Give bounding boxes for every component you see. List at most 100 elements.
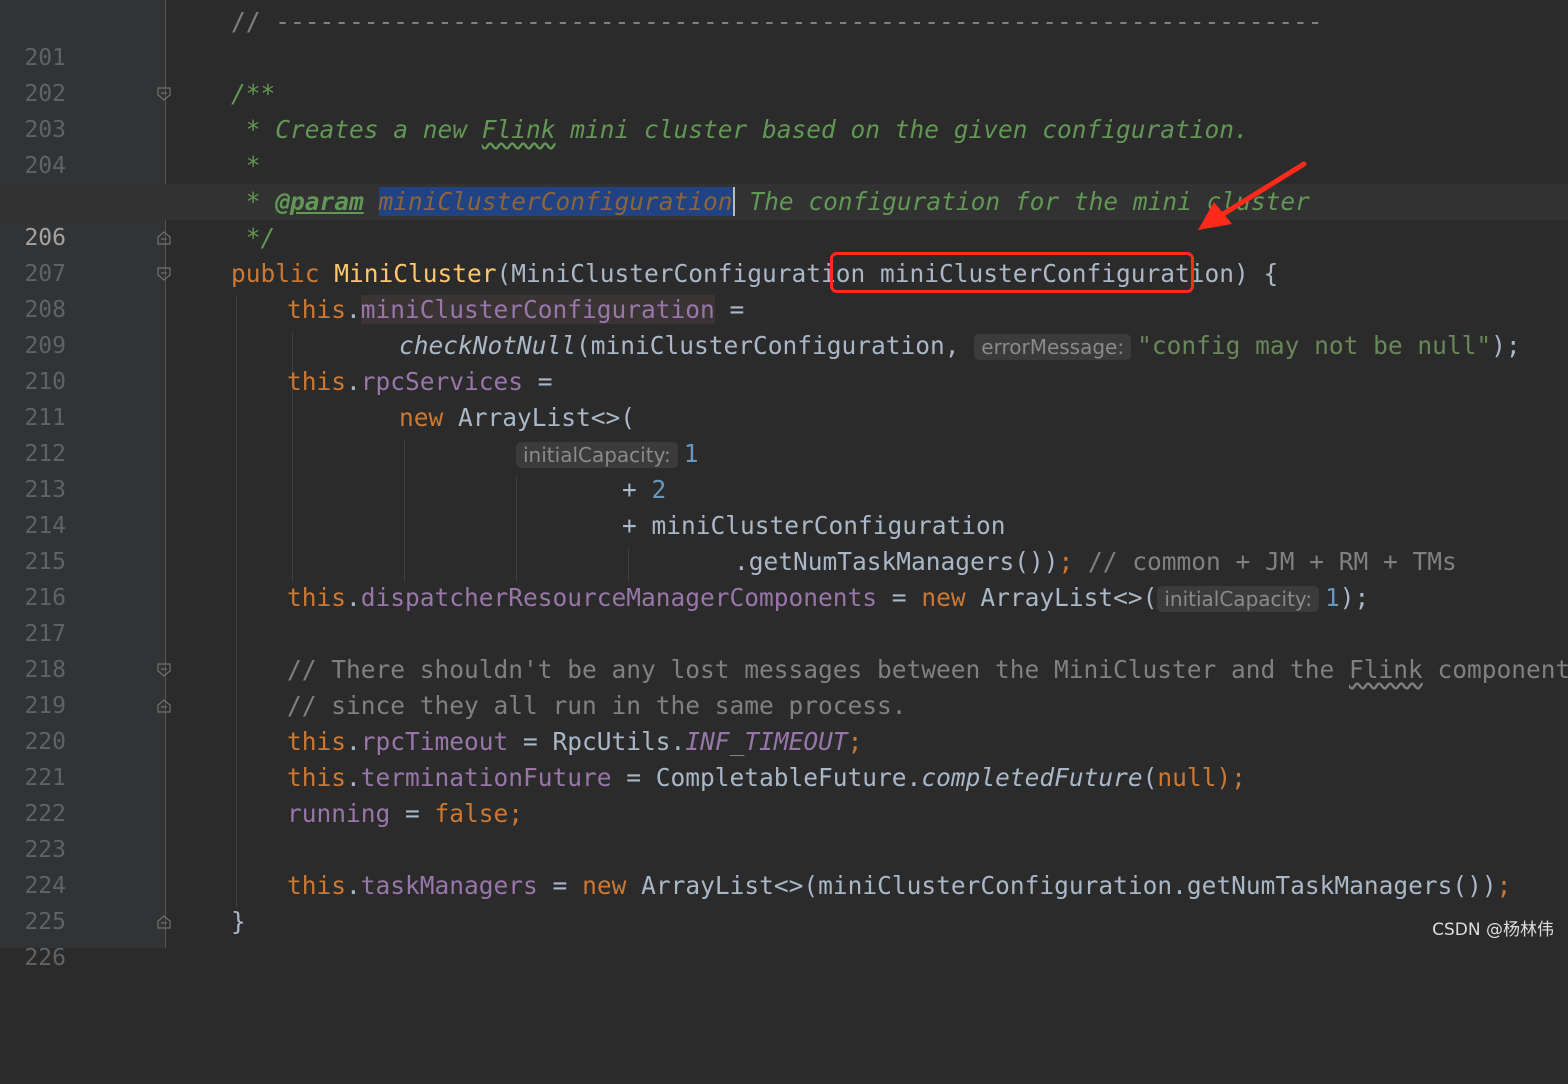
code-text: ArrayList<>( (980, 583, 1158, 612)
code-text: = CompletableFuture. (611, 763, 922, 792)
code-text: . (346, 583, 361, 612)
field: rpcTimeout (360, 727, 509, 756)
param-tag: @param (275, 187, 364, 216)
field: running (287, 799, 391, 828)
comment: // -------------------------------------… (231, 7, 1323, 36)
keyword: this (287, 727, 347, 756)
typo-word: Flink (481, 115, 556, 144)
code-text: . (346, 367, 361, 396)
keyword: this (287, 295, 347, 324)
code-line[interactable]: 208 public MiniCluster(MiniClusterConfig… (0, 256, 1568, 323)
field: rpcServices (360, 367, 524, 396)
semicolon: ); (1216, 763, 1246, 792)
keyword: new (399, 403, 459, 432)
fold-open-icon[interactable] (156, 266, 172, 282)
doc-comment: * (231, 151, 261, 180)
comment: // common + JM + RM + TMs (1088, 547, 1457, 576)
code-line[interactable]: 219 // There shouldn't be any lost messa… (0, 652, 1568, 719)
fold-close-icon[interactable] (156, 230, 172, 246)
code-editor[interactable]: 201 // ---------------------------------… (0, 0, 1568, 971)
code-line[interactable]: 209 this.miniClusterConfiguration = (0, 292, 1568, 359)
constructor-name: MiniCluster (334, 259, 497, 288)
code-line[interactable]: 203 /** (0, 76, 1568, 143)
doc-comment: /** (231, 79, 276, 108)
code-line[interactable]: 205 * (0, 148, 1568, 215)
static-constant: INF_TIMEOUT (685, 727, 848, 756)
keyword: null (1157, 763, 1217, 792)
parameter-hint: initialCapacity: (516, 442, 678, 468)
code-text: = (877, 583, 922, 612)
code-line[interactable]: 220 // since they all run in the same pr… (0, 688, 1568, 755)
code-text: . (346, 727, 361, 756)
code-line[interactable]: 221 this.rpcTimeout = RpcUtils.INF_TIMEO… (0, 724, 1568, 791)
code-line[interactable]: 212 new ArrayList<>( (0, 400, 1568, 467)
parameter-hint: errorMessage: (974, 334, 1132, 360)
code-text: ); (1491, 331, 1521, 360)
doc-comment: mini cluster based on the given configur… (555, 115, 1249, 144)
doc-comment: * (231, 187, 276, 216)
code-line[interactable]: 224 (0, 832, 1568, 899)
code-line[interactable]: 204 * Creates a new Flink mini cluster b… (0, 112, 1568, 179)
code-text: ArrayList<>(miniClusterConfiguration.get… (641, 871, 1497, 900)
fold-open-icon[interactable] (156, 662, 172, 678)
number-literal: 1 (1325, 583, 1340, 612)
code-line[interactable]: 217 this.dispatcherResourceManagerCompon… (0, 580, 1568, 647)
code-line[interactable]: 215 + miniClusterConfiguration (0, 508, 1568, 575)
fold-close-icon[interactable] (156, 914, 172, 930)
code-line[interactable]: 218 (0, 616, 1568, 683)
annotation-highlight-box (830, 252, 1194, 293)
code-line[interactable]: 210 checkNotNull(miniClusterConfiguratio… (0, 328, 1568, 395)
code-line[interactable]: 222 this.terminationFuture = Completable… (0, 760, 1568, 827)
fold-open-icon[interactable] (156, 86, 172, 102)
code-text: = (523, 367, 553, 396)
code-line[interactable]: 211 this.rpcServices = (0, 364, 1568, 431)
code-text: ( (1142, 763, 1158, 792)
code-line[interactable]: 216 .getNumTaskManagers()); // common + … (0, 544, 1568, 611)
keyword: this (287, 367, 347, 396)
code-text: = (390, 799, 435, 828)
comment: // There shouldn't be any lost messages … (287, 655, 1350, 684)
line-number: 226 (24, 945, 66, 971)
code-text: + (622, 475, 652, 504)
field: miniClusterConfiguration (360, 295, 715, 324)
field: taskManagers (360, 871, 538, 900)
code-line[interactable]: 225 this.taskManagers = new ArrayList<>(… (0, 868, 1568, 935)
code-line[interactable]: 214 + 2 (0, 472, 1568, 539)
semicolon: ; (508, 799, 524, 828)
red-arrow-icon (1198, 161, 1307, 230)
semicolon: ; (847, 727, 863, 756)
doc-comment: */ (231, 223, 276, 252)
code-text: } (231, 907, 246, 936)
method-call: checkNotNull (399, 331, 577, 360)
keyword: new (921, 583, 981, 612)
typo-word: Flink (1349, 655, 1423, 684)
code-text: = (714, 295, 745, 324)
comment: // since they all run in the same proces… (287, 691, 907, 720)
keyword: false (434, 799, 509, 828)
code-text: + miniClusterConfiguration (622, 511, 1006, 540)
code-text: = RpcUtils. (508, 727, 686, 756)
doc-space (364, 187, 379, 216)
field: dispatcherResourceManagerComponents (360, 583, 878, 612)
comment: components (1437, 655, 1568, 684)
code-line[interactable]: 213 initialCapacity: 1 (0, 436, 1568, 503)
code-line[interactable]: 223 running = false; (0, 796, 1568, 863)
code-line[interactable]: 226 } (0, 904, 1568, 971)
code-text: ); (1339, 583, 1370, 612)
code-text: . (346, 871, 361, 900)
keyword: this (287, 583, 347, 612)
keyword: public (231, 259, 335, 288)
code-text: = (537, 871, 583, 900)
keyword: this (287, 763, 347, 792)
number-literal: 1 (683, 439, 699, 468)
method-call: completedFuture (921, 763, 1143, 792)
code-text: (miniClusterConfiguration, (576, 331, 975, 360)
fold-close-icon[interactable] (156, 698, 172, 714)
code-line[interactable]: 202 (0, 40, 1568, 107)
selected-param[interactable]: miniClusterConfiguration (378, 187, 733, 216)
code-line[interactable]: 201 // ---------------------------------… (0, 4, 1568, 71)
string-literal: "config may not be null" (1137, 331, 1492, 360)
watermark: CSDN @杨林伟 (1432, 920, 1554, 940)
code-line[interactable]: 207 */ (0, 220, 1568, 287)
code-line-current[interactable]: 206 * @param miniClusterConfiguration Th… (0, 184, 1568, 251)
